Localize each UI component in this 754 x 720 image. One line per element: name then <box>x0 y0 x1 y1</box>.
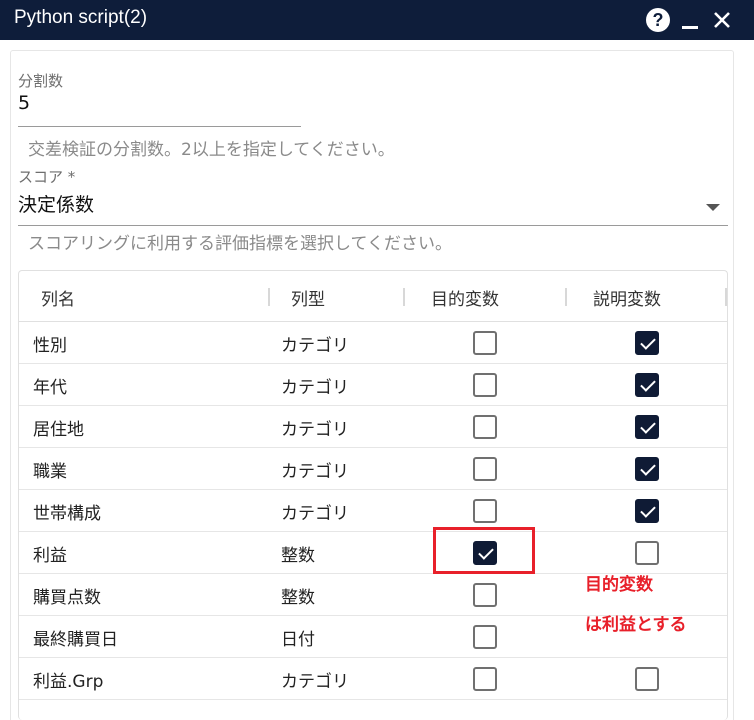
cell-column-name: 世帯構成 <box>33 504 101 524</box>
cell-column-type: 整数 <box>281 588 315 608</box>
score-hint: スコアリングに利用する評価指標を選択してください。 <box>28 234 452 254</box>
cell-column-type: カテゴリ <box>281 672 349 692</box>
table-header: 列名 列型 目的変数 説明変数 <box>19 271 727 322</box>
target-checkbox[interactable] <box>473 583 497 607</box>
target-highlight-box <box>433 527 535 574</box>
explanatory-checkbox[interactable] <box>635 415 659 439</box>
target-checkbox[interactable] <box>473 667 497 691</box>
column-resize-handle[interactable] <box>565 288 567 306</box>
target-checkbox[interactable] <box>473 499 497 523</box>
cell-column-name: 職業 <box>33 462 67 482</box>
score-select[interactable]: 決定係数 <box>18 190 94 217</box>
splits-input[interactable]: 5 <box>18 92 30 114</box>
cell-column-name: 利益.Grp <box>33 672 104 692</box>
column-resize-handle[interactable] <box>403 288 405 306</box>
cell-column-name: 利益 <box>33 546 67 566</box>
table-row: 利益.Grp カテゴリ <box>19 658 727 700</box>
table-row: 居住地 カテゴリ <box>19 406 727 448</box>
table-row: 世帯構成 カテゴリ <box>19 490 727 532</box>
header-column-type[interactable]: 列型 <box>291 285 325 310</box>
minimize-icon <box>682 26 698 29</box>
target-checkbox[interactable] <box>473 331 497 355</box>
cell-column-name: 居住地 <box>33 420 84 440</box>
explanatory-checkbox[interactable] <box>635 499 659 523</box>
annotation-line-1: 目的変数 <box>585 575 653 595</box>
table-row: 職業 カテゴリ <box>19 448 727 490</box>
column-resize-handle[interactable] <box>268 288 270 306</box>
target-checkbox[interactable] <box>473 373 497 397</box>
cell-column-type: カテゴリ <box>281 462 349 482</box>
table-row: 年代 カテゴリ <box>19 364 727 406</box>
explanatory-checkbox[interactable] <box>635 331 659 355</box>
column-resize-handle[interactable] <box>725 288 727 306</box>
help-icon: ? <box>646 8 670 32</box>
cell-column-type: 日付 <box>281 630 315 650</box>
cell-column-name: 購買点数 <box>33 588 101 608</box>
target-checkbox[interactable] <box>473 625 497 649</box>
cell-column-type: カテゴリ <box>281 378 349 398</box>
explanatory-checkbox[interactable] <box>635 457 659 481</box>
header-column-name[interactable]: 列名 <box>41 285 75 310</box>
column-table: 列名 列型 目的変数 説明変数 性別 カテゴリ 年代 カテゴリ 居住地 カテゴリ 職業 カテゴ… <box>18 270 728 720</box>
minimize-button[interactable] <box>676 6 704 34</box>
header-explanatory[interactable]: 説明変数 <box>593 285 661 310</box>
close-button[interactable] <box>708 6 736 34</box>
explanatory-checkbox[interactable] <box>635 373 659 397</box>
explanatory-checkbox[interactable] <box>635 541 659 565</box>
score-label: スコア * <box>18 168 76 186</box>
splits-underline <box>18 126 301 127</box>
cell-column-type: カテゴリ <box>281 504 349 524</box>
cell-column-type: 整数 <box>281 546 315 566</box>
splits-hint: 交差検証の分割数。2以上を指定してください。 <box>28 140 395 160</box>
splits-label: 分割数 <box>18 72 64 90</box>
window-title: Python script(2) <box>14 7 148 28</box>
close-icon <box>714 12 730 28</box>
cell-column-name: 性別 <box>33 336 67 356</box>
chevron-down-icon[interactable] <box>706 204 720 211</box>
help-button[interactable]: ? <box>644 6 672 34</box>
cell-column-type: カテゴリ <box>281 420 349 440</box>
explanatory-checkbox[interactable] <box>635 667 659 691</box>
cell-column-type: カテゴリ <box>281 336 349 356</box>
annotation-line-2: は利益とする <box>585 615 687 635</box>
cell-column-name: 年代 <box>33 378 67 398</box>
score-underline <box>18 225 728 226</box>
table-row: 性別 カテゴリ <box>19 322 727 364</box>
table-row: 利益 整数 <box>19 532 727 574</box>
target-checkbox[interactable] <box>473 415 497 439</box>
cell-column-name: 最終購買日 <box>33 630 118 650</box>
title-bar: Python script(2) ? <box>0 0 754 40</box>
header-target[interactable]: 目的変数 <box>431 285 499 310</box>
target-checkbox[interactable] <box>473 457 497 481</box>
